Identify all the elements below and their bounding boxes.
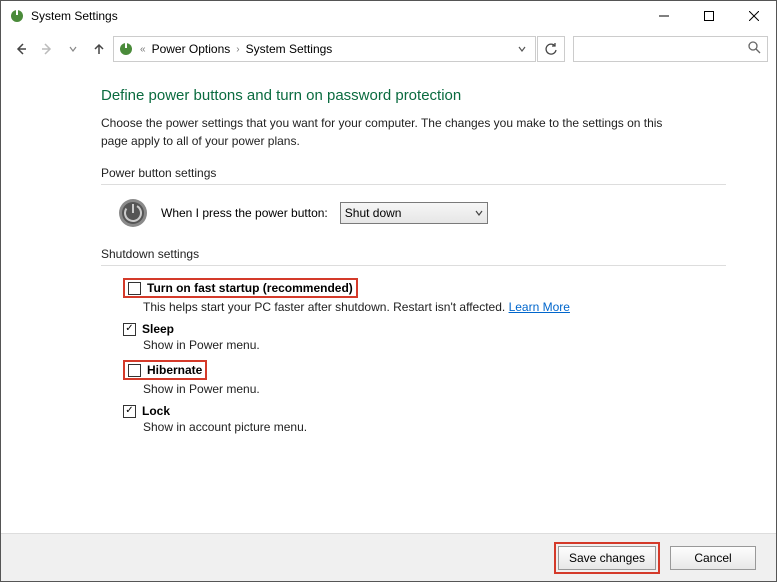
option-lock: Lock Show in account picture menu. bbox=[123, 404, 726, 434]
option-hibernate: Hibernate Show in Power menu. bbox=[123, 360, 726, 396]
highlight-box: Save changes bbox=[554, 542, 660, 574]
highlight-box: Turn on fast startup (recommended) bbox=[123, 278, 358, 298]
page-description: Choose the power settings that you want … bbox=[101, 114, 681, 150]
fast-startup-label: Turn on fast startup (recommended) bbox=[147, 281, 353, 295]
page-heading: Define power buttons and turn on passwor… bbox=[101, 87, 726, 104]
power-button-row: When I press the power button: Shut down bbox=[117, 197, 726, 229]
lock-desc: Show in account picture menu. bbox=[143, 420, 726, 434]
power-icon bbox=[117, 197, 149, 229]
app-icon bbox=[9, 8, 25, 24]
option-fast-startup: Turn on fast startup (recommended) This … bbox=[123, 278, 726, 314]
breadcrumb-dropdown[interactable] bbox=[513, 42, 531, 56]
lock-label: Lock bbox=[142, 404, 170, 418]
select-value: Shut down bbox=[345, 206, 402, 220]
breadcrumb-item[interactable]: Power Options bbox=[152, 42, 231, 56]
minimize-button[interactable] bbox=[641, 2, 686, 31]
fast-startup-desc: This helps start your PC faster after sh… bbox=[143, 300, 726, 314]
chevron-right-icon: › bbox=[234, 44, 241, 55]
shutdown-settings: Turn on fast startup (recommended) This … bbox=[105, 278, 726, 434]
breadcrumb-item[interactable]: System Settings bbox=[246, 42, 333, 56]
learn-more-link[interactable]: Learn More bbox=[509, 300, 570, 314]
breadcrumb[interactable]: « Power Options › System Settings bbox=[113, 36, 536, 62]
hibernate-label: Hibernate bbox=[147, 363, 202, 377]
up-button[interactable] bbox=[87, 37, 111, 61]
hibernate-checkbox[interactable] bbox=[128, 364, 141, 377]
sleep-desc: Show in Power menu. bbox=[143, 338, 726, 352]
power-options-icon bbox=[118, 41, 134, 57]
highlight-box: Hibernate bbox=[123, 360, 207, 380]
option-sleep: Sleep Show in Power menu. bbox=[123, 322, 726, 352]
lock-checkbox[interactable] bbox=[123, 405, 136, 418]
settings-window: System Settings « Power Op bbox=[0, 0, 777, 582]
back-button[interactable] bbox=[9, 37, 33, 61]
sleep-label: Sleep bbox=[142, 322, 174, 336]
shutdown-section-title: Shutdown settings bbox=[101, 247, 726, 261]
search-input[interactable] bbox=[573, 36, 768, 62]
maximize-button[interactable] bbox=[686, 2, 731, 31]
cancel-button[interactable]: Cancel bbox=[670, 546, 756, 570]
navbar: « Power Options › System Settings bbox=[1, 31, 776, 67]
search-icon bbox=[748, 41, 761, 57]
divider bbox=[101, 184, 726, 185]
recent-dropdown[interactable] bbox=[61, 37, 85, 61]
footer: Save changes Cancel bbox=[1, 533, 776, 581]
divider bbox=[101, 265, 726, 266]
breadcrumb-lead: « bbox=[138, 44, 148, 55]
refresh-button[interactable] bbox=[537, 36, 565, 62]
fast-startup-checkbox[interactable] bbox=[128, 282, 141, 295]
content: Define power buttons and turn on passwor… bbox=[1, 67, 776, 533]
hibernate-desc: Show in Power menu. bbox=[143, 382, 726, 396]
power-button-section-title: Power button settings bbox=[101, 166, 726, 180]
power-button-select[interactable]: Shut down bbox=[340, 202, 488, 224]
forward-button[interactable] bbox=[35, 37, 59, 61]
close-button[interactable] bbox=[731, 2, 776, 31]
window-title: System Settings bbox=[31, 9, 118, 23]
titlebar: System Settings bbox=[1, 1, 776, 31]
save-button[interactable]: Save changes bbox=[558, 546, 656, 570]
chevron-down-icon bbox=[475, 206, 483, 220]
power-button-label: When I press the power button: bbox=[161, 206, 328, 220]
sleep-checkbox[interactable] bbox=[123, 323, 136, 336]
